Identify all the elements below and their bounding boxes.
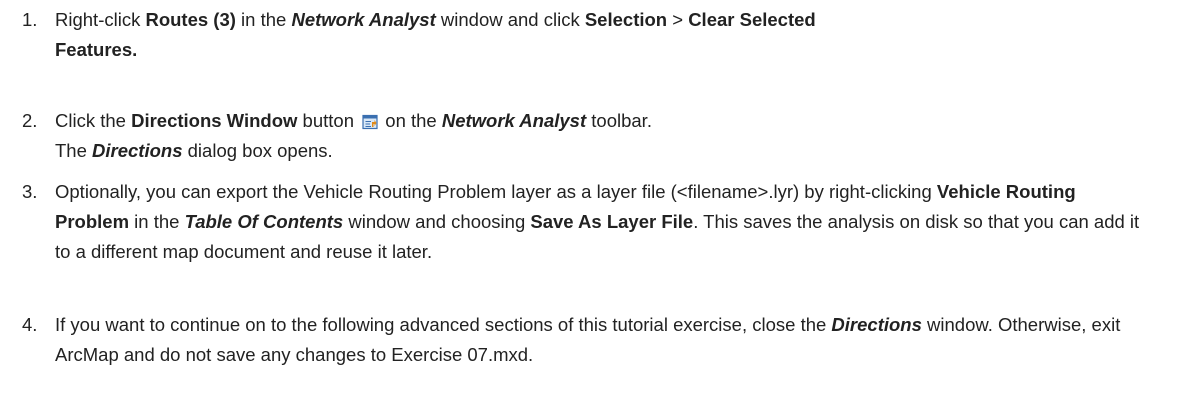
directions-window-icon [362, 109, 378, 130]
window-name: Directions [831, 314, 922, 335]
text-run: Click the [55, 110, 132, 131]
step-1: 1. Right-click Routes (3) in the Network… [22, 5, 1165, 65]
step-3: 3. Optionally, you can export the Vehicl… [22, 177, 1145, 267]
step-result: The Directions dialog box opens. [55, 136, 652, 166]
text-run: dialog box opens. [182, 140, 333, 161]
text-run: > [667, 9, 689, 30]
step-4: 4. If you want to continue on to the fol… [22, 310, 1167, 370]
ui-term: Routes (3) [145, 9, 236, 30]
window-name: Network Analyst [291, 9, 436, 30]
window-name: Table Of Contents [184, 211, 344, 232]
step-number: 3. [22, 181, 38, 202]
text-run: Optionally, you can export the Vehicle R… [55, 181, 937, 202]
step-text: Optionally, you can export the Vehicle R… [55, 177, 1145, 267]
text-run: in the [235, 9, 292, 30]
step-line: Optionally, you can export the Vehicle R… [55, 177, 1145, 267]
dialog-name: Directions [92, 140, 183, 161]
toolbar-name: Network Analyst [441, 110, 587, 131]
step-number: 2. [22, 110, 38, 131]
step-text: Right-click Routes (3) in the Network An… [55, 5, 1165, 65]
text-run: The [55, 140, 93, 161]
step-number: 1. [22, 9, 38, 30]
step-line: Click the Directions Window button on th… [55, 106, 652, 136]
text-run: in the [129, 211, 185, 232]
text-run: button [297, 110, 360, 131]
menu-term: Selection [584, 9, 668, 30]
text-run: Right-click [55, 9, 146, 30]
step-number: 4. [22, 314, 38, 335]
text-run: If you want to continue on to the follow… [55, 314, 832, 335]
ui-term: Directions Window [131, 110, 298, 131]
text-run: window and click [435, 9, 585, 30]
menu-term: Save As Layer File [530, 211, 694, 232]
step-text: Click the Directions Window button on th… [55, 106, 652, 166]
text-run: toolbar. [586, 110, 652, 131]
step-line: Right-click Routes (3) in the Network An… [55, 5, 1165, 65]
text-run: on the [380, 110, 442, 131]
step-line: If you want to continue on to the follow… [55, 310, 1167, 370]
step-text: If you want to continue on to the follow… [55, 310, 1167, 370]
text-run: window and choosing [343, 211, 531, 232]
step-2: 2. Click the Directions Window button on… [22, 106, 652, 166]
